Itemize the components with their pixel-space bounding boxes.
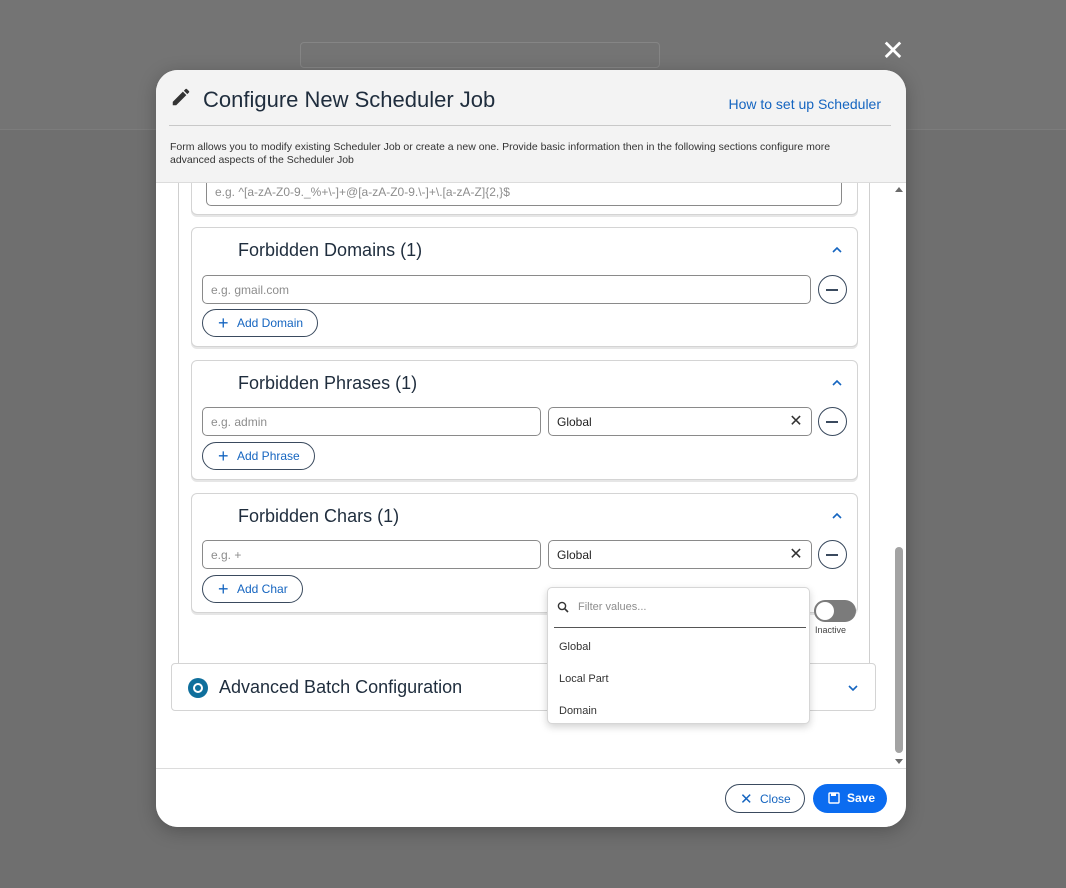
close-icon: ✕: [740, 791, 753, 808]
dropdown-option-domain[interactable]: Domain: [559, 705, 597, 717]
close-button-label: Close: [760, 792, 791, 806]
active-toggle[interactable]: [814, 600, 856, 622]
add-domain-label: Add Domain: [237, 316, 304, 330]
close-button[interactable]: ✕ Close: [725, 784, 805, 813]
minus-icon: [826, 289, 838, 291]
search-icon: [557, 601, 569, 613]
remove-char-button[interactable]: [818, 540, 847, 569]
modal-close-button[interactable]: ✕: [880, 37, 906, 65]
forbidden-chars-title: Forbidden Chars (1): [238, 506, 400, 526]
add-char-button[interactable]: + Add Char: [202, 575, 303, 603]
forbidden-domains-title: Forbidden Domains (1): [238, 240, 423, 260]
scroll-down-icon[interactable]: [894, 758, 904, 766]
save-icon: [828, 792, 840, 804]
minus-icon: [826, 554, 838, 556]
plus-icon: +: [218, 579, 229, 599]
forbidden-phrases-title: Forbidden Phrases (1): [238, 373, 418, 393]
scope-dropdown: Global Local Part Domain: [547, 587, 810, 724]
close-icon[interactable]: ✕: [789, 546, 803, 564]
modal-description: Form allows you to modify existing Sched…: [170, 141, 831, 166]
plus-icon: +: [218, 313, 229, 333]
chevron-up-icon[interactable]: [831, 244, 843, 256]
scroll-up-icon[interactable]: [894, 185, 904, 193]
header-divider: [169, 125, 891, 126]
forbidden-phrase-input[interactable]: [202, 407, 541, 436]
scrollbar-thumb[interactable]: [895, 547, 903, 753]
minus-icon: [826, 421, 838, 423]
remove-phrase-button[interactable]: [818, 407, 847, 436]
plus-icon: +: [218, 446, 229, 466]
save-button-label: Save: [847, 791, 876, 805]
close-icon[interactable]: ✕: [789, 413, 803, 431]
add-domain-button[interactable]: + Add Domain: [202, 309, 319, 337]
forbidden-char-input[interactable]: [202, 540, 541, 569]
forbidden-domain-input[interactable]: [202, 275, 811, 304]
dropdown-option-global[interactable]: Global: [559, 641, 591, 653]
dropdown-divider: [554, 627, 806, 628]
chevron-up-icon[interactable]: [831, 377, 843, 389]
forbidden-phrases-section: Forbidden Phrases (1) Global ✕ + Add Phr…: [191, 360, 858, 480]
remove-domain-button[interactable]: [818, 275, 847, 304]
toggle-label: Inactive: [815, 625, 847, 635]
add-phrase-button[interactable]: + Add Phrase: [202, 442, 315, 470]
char-scope-value: Global: [557, 548, 592, 562]
modal-footer: ✕ Close Save: [156, 768, 906, 827]
regex-input[interactable]: [206, 183, 842, 206]
add-phrase-label: Add Phrase: [237, 449, 300, 463]
add-char-label: Add Char: [237, 582, 288, 596]
regex-section: [191, 183, 858, 215]
dropdown-option-local-part[interactable]: Local Part: [559, 673, 609, 685]
pencil-icon: [172, 88, 190, 106]
advanced-batch-title: Advanced Batch Configuration: [219, 677, 463, 697]
toggle-knob: [816, 602, 834, 620]
modal-header: Configure New Scheduler Job How to set u…: [156, 70, 906, 182]
char-scope-select[interactable]: Global ✕: [548, 540, 812, 569]
phrase-scope-value: Global: [557, 415, 592, 429]
phrase-scope-select[interactable]: Global ✕: [548, 407, 812, 436]
forbidden-domains-section: Forbidden Domains (1) + Add Domain: [191, 227, 858, 347]
batch-icon: [188, 678, 208, 698]
modal-title: Configure New Scheduler Job: [203, 87, 496, 112]
save-button[interactable]: Save: [813, 784, 887, 813]
help-link[interactable]: How to set up Scheduler: [728, 96, 881, 112]
filter-values-input[interactable]: [576, 596, 806, 618]
modal-scrollbar[interactable]: [894, 185, 904, 768]
chevron-down-icon[interactable]: [847, 682, 859, 694]
chevron-up-icon[interactable]: [831, 510, 843, 522]
background-search-bar: [300, 42, 660, 68]
